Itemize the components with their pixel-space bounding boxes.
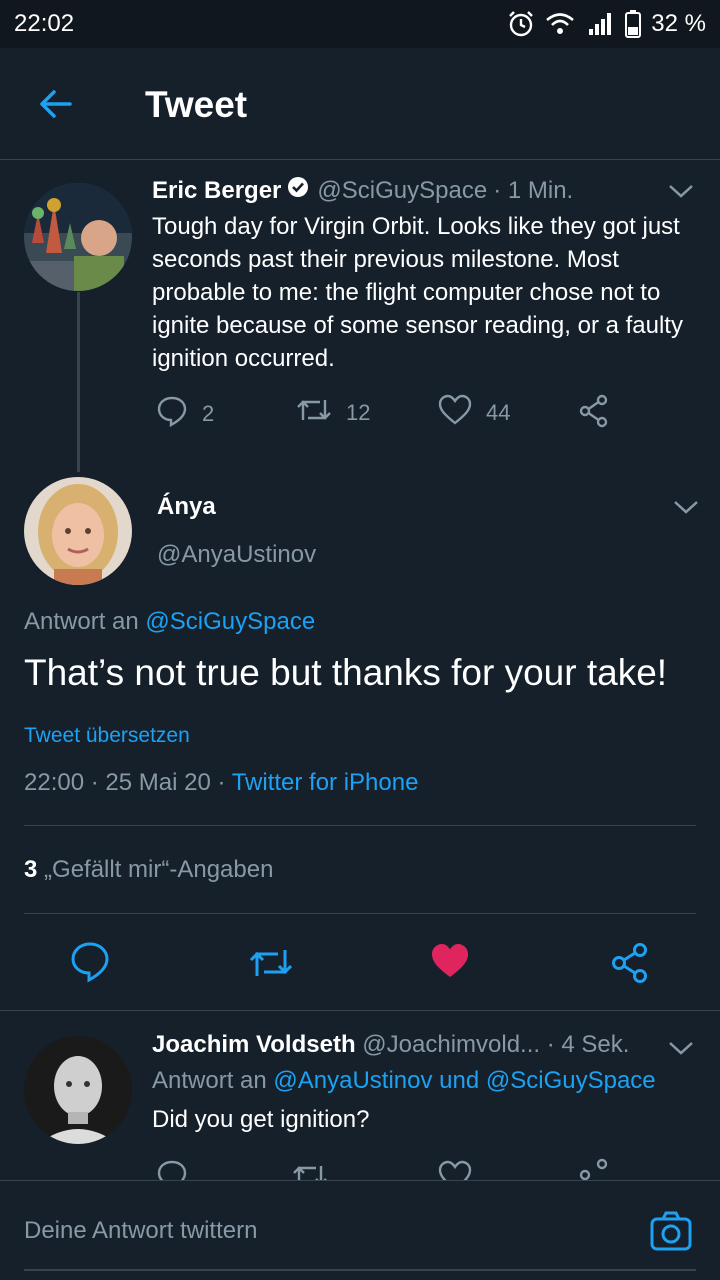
divider (0, 1010, 720, 1011)
avatar-eric-berger[interactable] (24, 183, 132, 291)
chevron-down-icon[interactable] (668, 183, 694, 199)
tweet-header: Joachim Voldseth @Joachimvold... · 4 Sek… (152, 1031, 629, 1059)
heart-icon-liked[interactable] (430, 942, 470, 985)
page-title: Tweet (145, 84, 248, 125)
share-icon[interactable] (610, 942, 650, 989)
tweet-header: Eric Berger @SciGuySpace · 1 Min. (152, 176, 573, 205)
alarm-icon (507, 10, 535, 38)
reply-icon[interactable] (156, 1158, 188, 1180)
wifi-icon (545, 11, 575, 37)
divider (24, 913, 696, 914)
retweet-button[interactable]: 12 (296, 394, 370, 432)
tweet-time: · 1 Min. (493, 176, 574, 204)
source-link[interactable]: Twitter for iPhone (232, 769, 419, 796)
divider (24, 825, 696, 826)
chevron-down-icon[interactable] (668, 1040, 694, 1056)
timestamp: 22:00 · 25 Mai 20 · (24, 769, 226, 796)
share-button[interactable] (578, 394, 610, 434)
reply-to-link[interactable]: @SciGuySpace (145, 608, 315, 635)
reply-composer: Deine Antwort twittern (0, 1180, 720, 1280)
tweet-actions: 2 12 44 (152, 394, 652, 434)
likes-summary[interactable]: 3 „Gefällt mir“-Angaben (24, 856, 273, 884)
retweet-icon[interactable] (248, 944, 294, 987)
reply-prefix: Antwort an (152, 1067, 267, 1094)
retweet-count: 12 (346, 400, 371, 425)
like-button[interactable]: 44 (438, 394, 510, 432)
avatar-anya[interactable] (24, 477, 132, 585)
tweet-text: Tough day for Virgin Orbit. Looks like t… (152, 213, 683, 372)
app-bar: Tweet (0, 48, 720, 160)
reply-to-line: Antwort an @SciGuySpace (24, 608, 315, 636)
battery-icon (625, 10, 642, 38)
chevron-down-icon[interactable] (673, 499, 699, 515)
reply-icon[interactable] (70, 940, 110, 989)
author-handle[interactable]: @SciGuySpace (317, 177, 487, 205)
reply-button[interactable]: 2 (156, 394, 214, 434)
reply-icon (156, 394, 188, 434)
tweet-meta: 22:00 · 25 Mai 20 · Twitter for iPhone (24, 769, 418, 797)
tweet-time: · 4 Sek. (546, 1031, 630, 1058)
author-name[interactable]: Ánya (157, 493, 216, 521)
heart-icon (438, 394, 472, 432)
thread-line (77, 292, 80, 472)
share-icon[interactable] (578, 1158, 610, 1180)
like-count: 44 (486, 400, 511, 425)
reply-prefix: Antwort an (24, 608, 139, 635)
author-name[interactable]: Eric Berger (152, 177, 281, 205)
avatar-joachim[interactable] (24, 1036, 132, 1144)
author-handle[interactable]: @AnyaUstinov (157, 541, 316, 569)
share-icon (578, 394, 610, 434)
reply-to-line: Antwort an @AnyaUstinov und @SciGuySpace (152, 1067, 656, 1095)
likes-count: 3 (24, 856, 38, 883)
tweet-text: Did you get ignition? (152, 1106, 370, 1133)
reply-input[interactable]: Deine Antwort twittern (24, 1217, 257, 1245)
back-arrow-icon[interactable] (36, 84, 76, 124)
composer-underline (24, 1269, 696, 1271)
retweet-icon (296, 394, 332, 432)
heart-icon[interactable] (438, 1160, 472, 1180)
signal-icon (585, 11, 615, 37)
main-tweet-actions (0, 940, 720, 986)
reply-to-link[interactable]: @AnyaUstinov und @SciGuySpace (273, 1067, 655, 1094)
author-name[interactable]: Joachim Voldseth (152, 1031, 356, 1058)
retweet-icon[interactable] (292, 1160, 328, 1180)
tweet-text: That’s not true but thanks for your take… (24, 652, 668, 693)
battery-level: 32 % (651, 10, 706, 37)
author-handle[interactable]: @Joachimvold... (362, 1031, 540, 1058)
status-bar: 22:02 32 % (0, 0, 720, 48)
reply-count: 2 (202, 401, 215, 426)
camera-icon[interactable] (650, 1211, 692, 1251)
translate-link[interactable]: Tweet übersetzen (24, 724, 190, 748)
status-time: 22:02 (14, 10, 75, 37)
verified-badge-icon (287, 176, 309, 205)
tweet-actions (152, 1158, 652, 1180)
likes-label: „Gefällt mir“-Angaben (44, 856, 274, 883)
